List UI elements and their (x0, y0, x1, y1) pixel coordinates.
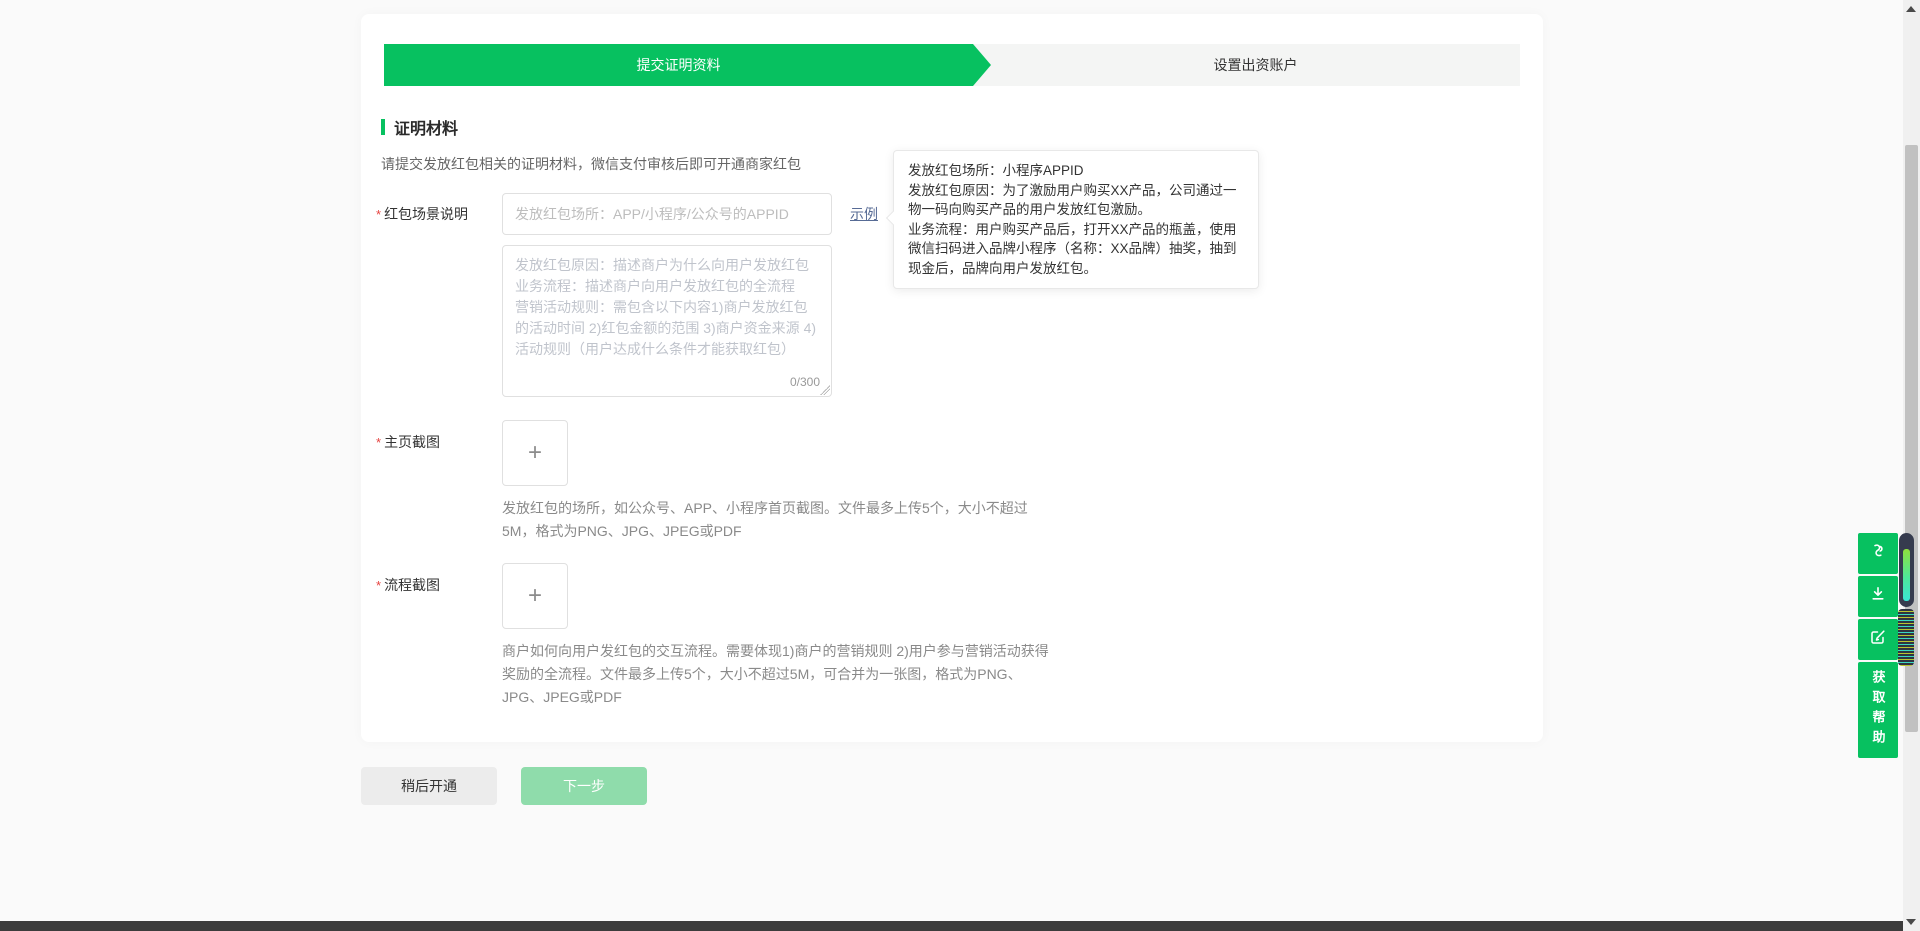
download-icon (1868, 584, 1888, 609)
scrollbar-up-arrow[interactable] (1906, 6, 1916, 12)
tooltip-line-reason: 发放红包原因：为了激励用户购买XX产品，公司通过一物一码向购买产品的用户发放红包… (908, 181, 1244, 220)
form-card: 提交证明资料 设置出资账户 证明材料 请提交发放红包相关的证明材料，微信支付审核… (361, 14, 1543, 742)
flow-screenshot-label-text: 流程截图 (384, 577, 440, 593)
plus-icon: + (528, 441, 542, 465)
get-help-button[interactable]: 获取帮助 (1858, 662, 1898, 758)
section-accent-bar (381, 119, 385, 135)
bottom-edge-bar (0, 921, 1903, 931)
flow-screenshot-label: *流程截图 (376, 575, 440, 595)
scroll-overlay-striped-widget (1898, 609, 1914, 666)
section-description: 请提交发放红包相关的证明材料，微信支付审核后即可开通商家红包 (381, 154, 801, 174)
section-title: 证明材料 (394, 115, 458, 139)
required-asterisk: * (376, 578, 381, 593)
side-feedback-button[interactable] (1858, 619, 1898, 660)
home-screenshot-label: *主页截图 (376, 432, 440, 452)
step-progress-bar: 提交证明资料 设置出资账户 (384, 44, 1520, 86)
scene-description-textarea[interactable] (502, 245, 832, 397)
activate-later-button[interactable]: 稍后开通 (361, 767, 497, 805)
flow-screenshot-upload-button[interactable]: + (502, 563, 568, 629)
home-screenshot-upload-button[interactable]: + (502, 420, 568, 486)
step-submit-proof: 提交证明资料 (384, 44, 991, 86)
required-asterisk: * (376, 435, 381, 450)
flow-screenshot-hint: 商户如何向用户发红包的交互流程。需要体现1)商户的营销规则 2)用户参与营销活动… (502, 640, 1057, 709)
page-root: { "steps": { "step1": "提交证明资料", "step2":… (0, 0, 1920, 931)
scrollbar-down-arrow[interactable] (1906, 919, 1916, 925)
textarea-resize-handle[interactable] (820, 385, 830, 395)
char-counter: 0/300 (790, 375, 820, 389)
side-download-button[interactable] (1858, 576, 1898, 617)
section-header: 证明材料 (381, 115, 458, 139)
step-set-funding-account: 设置出资账户 (991, 44, 1520, 86)
link-icon (1868, 541, 1888, 566)
example-link[interactable]: 示例 (850, 204, 878, 224)
plus-icon: + (528, 584, 542, 608)
example-tooltip: 发放红包场所：小程序APPID 发放红包原因：为了激励用户购买XX产品，公司通过… (893, 150, 1259, 289)
gradient-bar (1903, 549, 1910, 601)
tooltip-line-place: 发放红包场所：小程序APPID (908, 161, 1244, 181)
tooltip-arrow (886, 211, 900, 225)
scene-textarea-wrap: 0/300 (502, 245, 832, 397)
tooltip-line-flow: 业务流程：用户购买产品后，打开XX产品的瓶盖，使用微信扫码进入品牌小程序（名称：… (908, 220, 1244, 279)
scene-appid-input[interactable] (502, 193, 832, 235)
next-step-button[interactable]: 下一步 (521, 767, 647, 805)
scroll-overlay-gradient-widget (1899, 533, 1914, 607)
scene-label-text: 红包场景说明 (384, 206, 468, 222)
home-screenshot-hint: 发放红包的场所，如公众号、APP、小程序首页截图。文件最多上传5个，大小不超过5… (502, 497, 1042, 543)
side-help-widget: 获取帮助 (1858, 533, 1898, 758)
required-asterisk: * (376, 207, 381, 222)
scrollbar-track[interactable] (1903, 0, 1920, 931)
home-screenshot-label-text: 主页截图 (384, 434, 440, 450)
side-link-button[interactable] (1858, 533, 1898, 574)
scene-field-label: *红包场景说明 (376, 204, 468, 224)
edit-icon (1868, 627, 1888, 652)
